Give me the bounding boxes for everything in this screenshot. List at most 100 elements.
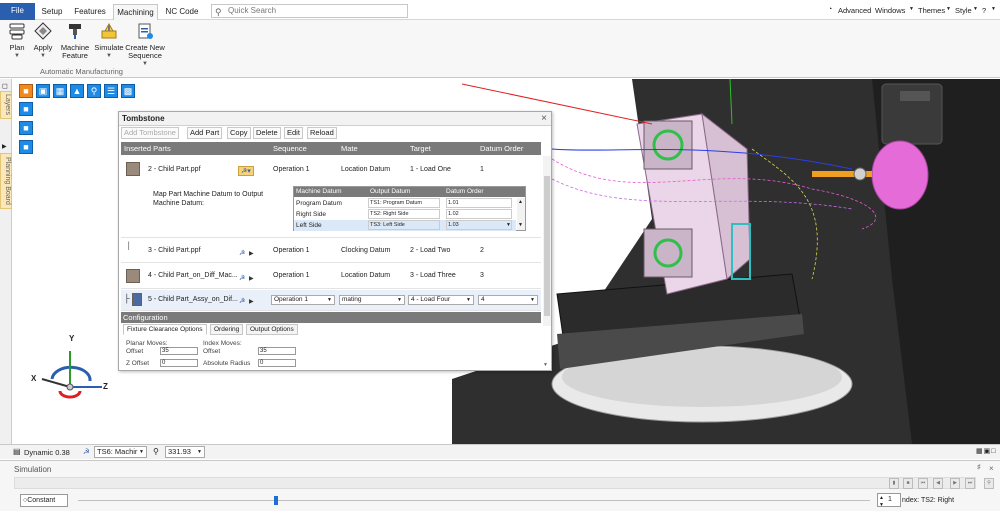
datum-order-select[interactable]: 4 ▼ bbox=[478, 295, 538, 305]
view-iso-icon[interactable]: ■ bbox=[19, 121, 33, 135]
spinner-down-icon[interactable]: ▼ bbox=[879, 499, 884, 511]
scroll-up-icon: ▲ bbox=[518, 199, 523, 205]
expand-arrow-icon[interactable]: ▶ bbox=[249, 275, 254, 282]
chevron-down-icon: ▼ bbox=[327, 297, 332, 303]
datum-order[interactable]: 1.01 bbox=[446, 198, 512, 208]
absolute-radius-input[interactable]: 0 bbox=[258, 359, 296, 367]
menu-style[interactable]: Style bbox=[955, 6, 972, 15]
step-back-button[interactable]: ◀ bbox=[933, 478, 943, 489]
expand-arrow-icon[interactable]: ▶ bbox=[249, 250, 254, 257]
target-value: 2 - Load Two bbox=[410, 247, 451, 254]
datum-order[interactable]: 1.02 bbox=[446, 209, 512, 219]
apply-button[interactable]: Apply ▼ bbox=[30, 22, 56, 60]
mate-select-value: mating bbox=[342, 296, 362, 303]
menu-windows[interactable]: Windows bbox=[875, 6, 905, 15]
ribbon-group-label: Automatic Manufacturing bbox=[40, 67, 123, 76]
tab-planning-board[interactable]: Planning Board bbox=[0, 153, 12, 209]
zoom-icon[interactable]: ⚲ bbox=[87, 84, 101, 98]
tab-ordering[interactable]: Ordering bbox=[210, 324, 244, 335]
datum-row[interactable]: Program Datum TS1: Program Datum 1.01 bbox=[294, 198, 516, 209]
view-layout-icon[interactable]: ▦ bbox=[53, 84, 67, 98]
view-front-icon[interactable]: ■ bbox=[19, 102, 33, 116]
table-row[interactable]: 2 - Child Part.ppf ☭▾ Operation 1 Locati… bbox=[121, 156, 541, 238]
edit-button[interactable]: Edit bbox=[284, 127, 303, 139]
index-offset-input[interactable]: 35 bbox=[258, 347, 296, 355]
sequence-select[interactable]: Operation 1 ▼ bbox=[271, 295, 335, 305]
grid-scrollbar[interactable] bbox=[543, 156, 551, 326]
list-icon[interactable]: ☰ bbox=[104, 84, 118, 98]
machine-datum: Program Datum bbox=[296, 200, 342, 207]
create-new-sequence-button[interactable]: Create New Sequence ▼ bbox=[125, 22, 165, 68]
record-button[interactable]: ▮ bbox=[889, 478, 899, 489]
output-datum[interactable]: TS2: Right Side bbox=[368, 209, 440, 219]
machine-select[interactable]: TS6: Machir ▼ bbox=[94, 446, 147, 458]
skip-back-button[interactable]: ⏮ bbox=[918, 478, 928, 489]
windows-dropdown-icon: ▼ bbox=[909, 6, 914, 12]
delete-button[interactable]: Delete bbox=[253, 127, 281, 139]
play-button[interactable]: ▶ bbox=[950, 478, 960, 489]
menu-bar: File Setup Features Machining NC Code ⚲ … bbox=[0, 0, 1000, 20]
close-icon[interactable]: × bbox=[541, 112, 547, 125]
output-datum[interactable]: TS3: Left Side bbox=[368, 220, 440, 230]
plan-icon bbox=[9, 23, 25, 40]
search-input[interactable]: ⚲ Quick Search bbox=[211, 4, 408, 18]
z-offset-input[interactable]: 0 bbox=[160, 359, 198, 367]
speed-mode-button[interactable]: ○Constant bbox=[20, 494, 68, 507]
mate-select[interactable]: mating ▼ bbox=[339, 295, 405, 305]
table-row[interactable]: │ 3 - Child Part.ppf ☭ ▶ Operation 1 Clo… bbox=[121, 239, 541, 263]
speed-slider-thumb[interactable] bbox=[274, 496, 278, 505]
add-part-button[interactable]: Add Part bbox=[187, 127, 223, 139]
view-toolbar-icon[interactable]: ▣ bbox=[36, 84, 50, 98]
datum-row-selected[interactable]: Left Side TS3: Left Side 1.03 ▼ bbox=[294, 220, 516, 231]
tab-features[interactable]: Features bbox=[69, 4, 111, 20]
expand-arrow-icon[interactable]: ▶ bbox=[249, 298, 254, 305]
target-select[interactable]: 4 - Load Four ▼ bbox=[408, 295, 474, 305]
view-box-icon[interactable]: ■ bbox=[19, 84, 33, 98]
planar-offset-input[interactable]: 35 bbox=[160, 347, 198, 355]
triad-y-label: Y bbox=[69, 334, 75, 343]
tab-layers[interactable]: Layers bbox=[0, 91, 12, 119]
tab-setup[interactable]: Setup bbox=[37, 4, 67, 20]
help-icon[interactable]: ? bbox=[982, 6, 986, 15]
skip-forward-button[interactable]: ⏭ bbox=[965, 478, 975, 489]
tab-output-options[interactable]: Output Options bbox=[246, 324, 298, 335]
plan-button[interactable]: Plan ▼ bbox=[4, 22, 30, 60]
datum-row[interactable]: Right Side TS2: Right Side 1.02 bbox=[294, 209, 516, 220]
target-select-value: 4 - Load Four bbox=[411, 296, 451, 303]
menu-themes[interactable]: Themes bbox=[918, 6, 945, 15]
zoom-icon[interactable]: ⚲ bbox=[984, 478, 994, 489]
table-row-selected[interactable]: ├ 5 - Child Part_Assy_on_Dif... ☭ ▶ Oper… bbox=[121, 290, 541, 311]
menu-advanced[interactable]: Advanced bbox=[838, 6, 871, 15]
tab-machining[interactable]: Machining bbox=[113, 4, 158, 20]
copy-button[interactable]: Copy bbox=[227, 127, 251, 139]
col-datum-order: Datum Order bbox=[480, 144, 524, 153]
datum-table-scrollbar[interactable]: ▲ ▼ bbox=[517, 198, 525, 230]
index-spinner[interactable]: ▲ ▼ 1 bbox=[877, 493, 901, 508]
view-shaded-icon[interactable]: ■ bbox=[19, 140, 33, 154]
add-tombstone-button[interactable]: Add Tombstone bbox=[121, 127, 179, 139]
scrollbar-thumb[interactable] bbox=[544, 176, 550, 316]
datum-order[interactable]: 1.03 bbox=[446, 220, 512, 230]
fixture-dropdown-icon[interactable]: ☭▾ bbox=[238, 166, 254, 176]
view-tree-icon[interactable]: ▲ bbox=[70, 84, 84, 98]
machine-feature-button[interactable]: Machine Feature bbox=[58, 22, 92, 60]
layout-icons[interactable]: ▦▣□ bbox=[976, 447, 996, 455]
scroll-down-icon[interactable]: ▼ bbox=[543, 362, 548, 368]
simulation-timeline[interactable] bbox=[14, 477, 976, 489]
tab-nc-code[interactable]: NC Code bbox=[161, 4, 203, 20]
pin-icon[interactable]: ♯ bbox=[977, 464, 981, 471]
speed-slider[interactable] bbox=[78, 500, 870, 501]
table-row[interactable]: 4 - Child Part_on_Diff_Mac... ☭ ▶ Operat… bbox=[121, 264, 541, 289]
tab-fixture-clearance[interactable]: Fixture Clearance Options bbox=[123, 324, 207, 335]
tab-file[interactable]: File bbox=[0, 3, 35, 20]
close-icon[interactable]: × bbox=[989, 464, 994, 473]
chevron-down-icon[interactable]: ▼ bbox=[506, 220, 511, 231]
value-select[interactable]: 331.93 ▼ bbox=[165, 446, 205, 458]
grid-icon[interactable]: ▩ bbox=[121, 84, 135, 98]
simulate-button[interactable]: Simulate ▼ bbox=[94, 22, 124, 60]
stop-button[interactable]: ■ bbox=[903, 478, 913, 489]
output-datum[interactable]: TS1: Program Datum bbox=[368, 198, 440, 208]
reload-button[interactable]: Reload bbox=[307, 127, 337, 139]
sequence-value: Operation 1 bbox=[273, 166, 310, 173]
datum-map-header: Machine Datum Output Datum Datum Order bbox=[294, 187, 525, 197]
